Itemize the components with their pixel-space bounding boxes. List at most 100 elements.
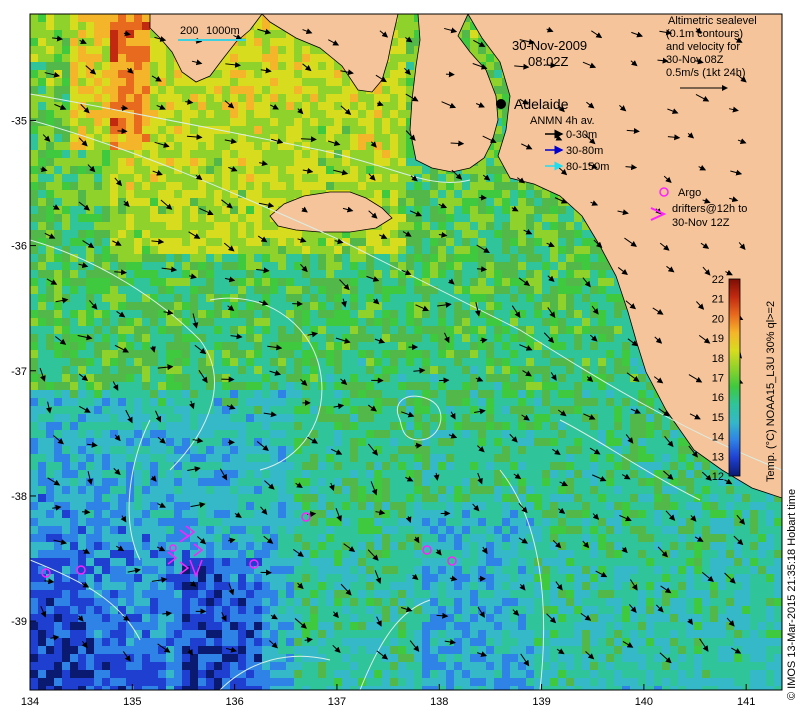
sst-cell <box>150 430 158 438</box>
sst-cell <box>614 518 622 526</box>
sst-cell <box>54 30 62 38</box>
sst-cell <box>430 262 438 270</box>
sst-cell <box>62 142 70 150</box>
sst-cell <box>38 174 46 182</box>
sst-cell <box>350 374 358 382</box>
sst-cell <box>598 510 606 518</box>
sst-cell <box>638 382 646 390</box>
sst-cell <box>262 62 270 70</box>
sst-cell <box>246 414 254 422</box>
sst-cell <box>246 118 254 126</box>
sst-cell <box>94 38 102 46</box>
sst-cell <box>78 486 86 494</box>
sst-cell <box>62 174 70 182</box>
sst-cell <box>710 526 718 534</box>
sst-cell <box>470 438 478 446</box>
sst-cell <box>278 46 286 54</box>
sst-cell <box>414 454 422 462</box>
sst-cell <box>310 134 318 142</box>
sst-cell <box>774 518 782 526</box>
sst-cell <box>374 182 382 190</box>
sst-cell <box>230 70 238 78</box>
sst-cell <box>494 270 502 278</box>
sst-cell <box>518 518 526 526</box>
sst-cell <box>430 406 438 414</box>
sst-cell <box>110 390 118 398</box>
sst-cell <box>534 350 542 358</box>
sst-cell <box>142 478 150 486</box>
sst-cell <box>510 310 518 318</box>
sst-cell <box>510 502 518 510</box>
sst-cell <box>318 446 326 454</box>
sst-cell <box>46 374 54 382</box>
sst-cell <box>70 230 78 238</box>
sst-cell <box>510 462 518 470</box>
sst-cell <box>326 326 334 334</box>
sst-cell <box>558 470 566 478</box>
sst-cell <box>126 422 134 430</box>
sst-cell <box>142 374 150 382</box>
sst-cell <box>198 390 206 398</box>
sst-cell <box>30 270 38 278</box>
sst-cell <box>254 510 262 518</box>
sst-cell <box>478 518 486 526</box>
sst-cell <box>102 310 110 318</box>
sst-cell <box>534 358 542 366</box>
sst-cell <box>102 414 110 422</box>
sst-cell <box>534 454 542 462</box>
sst-cell <box>510 398 518 406</box>
sst-cell <box>534 246 542 254</box>
sst-cell <box>318 286 326 294</box>
sst-cell <box>390 198 398 206</box>
sst-cell <box>54 470 62 478</box>
sst-cell <box>238 430 246 438</box>
sst-cell <box>494 78 502 86</box>
sst-cell <box>230 54 238 62</box>
sst-cell <box>262 374 270 382</box>
sst-cell <box>566 398 574 406</box>
sst-cell <box>726 510 734 518</box>
sst-cell <box>510 214 518 222</box>
sst-cell <box>326 166 334 174</box>
sst-cell <box>134 486 142 494</box>
sst-cell <box>238 398 246 406</box>
sst-cell <box>414 526 422 534</box>
sst-cell <box>446 326 454 334</box>
sst-cell <box>54 510 62 518</box>
sst-cell <box>718 510 726 518</box>
sst-cell <box>78 470 86 478</box>
sst-cell <box>334 310 342 318</box>
sst-cell <box>182 518 190 526</box>
sst-cell <box>358 398 366 406</box>
sst-cell <box>726 526 734 534</box>
sst-cell <box>310 382 318 390</box>
sst-cell <box>286 278 294 286</box>
sst-cell <box>182 214 190 222</box>
sst-cell <box>614 486 622 494</box>
sst-cell <box>326 526 334 534</box>
sst-cell <box>470 30 478 38</box>
sst-cell <box>542 526 550 534</box>
sst-cell <box>110 366 118 374</box>
sst-cell <box>334 478 342 486</box>
sst-cell <box>350 414 358 422</box>
sst-cell <box>414 518 422 526</box>
sst-cell <box>238 238 246 246</box>
sst-cell <box>166 278 174 286</box>
sst-cell <box>590 318 598 326</box>
sst-cell <box>94 486 102 494</box>
sst-cell <box>294 342 302 350</box>
sst-cell <box>206 430 214 438</box>
sst-cell <box>454 182 462 190</box>
sst-cell <box>574 502 582 510</box>
sst-cell <box>102 446 110 454</box>
sst-cell <box>494 414 502 422</box>
sst-cell <box>326 518 334 526</box>
sst-cell <box>262 214 270 222</box>
sst-cell <box>190 182 198 190</box>
sst-cell <box>550 318 558 326</box>
sst-cell <box>614 462 622 470</box>
sst-cell <box>286 134 294 142</box>
sst-cell <box>182 182 190 190</box>
sst-cell <box>246 54 254 62</box>
